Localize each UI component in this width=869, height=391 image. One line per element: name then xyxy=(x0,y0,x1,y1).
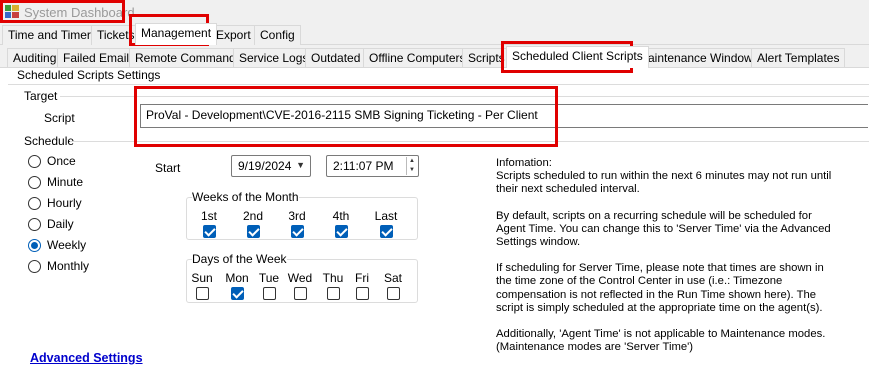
day-thu-label: Thu xyxy=(322,271,344,285)
week-4th-label: 4th xyxy=(332,209,350,223)
radio-once[interactable]: Once xyxy=(28,153,76,169)
tab-remote-commands[interactable]: Remote Commands xyxy=(129,48,248,68)
radio-minute-indicator[interactable] xyxy=(28,175,41,189)
tab-offline-computers[interactable]: Offline Computers xyxy=(363,48,472,68)
title-bar: System Dashboard xyxy=(0,0,869,24)
settings-divider xyxy=(8,84,869,85)
info-heading: Infomation: xyxy=(496,157,552,169)
day-sat-label: Sat xyxy=(383,271,402,285)
day-fri-checkbox[interactable] xyxy=(356,287,369,300)
week-3rd-label: 3rd xyxy=(288,209,306,223)
radio-once-label: Once xyxy=(47,154,76,168)
week-1st-label: 1st xyxy=(200,209,217,223)
week-4th-checkbox[interactable] xyxy=(335,225,348,238)
radio-once-indicator[interactable] xyxy=(28,154,41,168)
target-group-title: Target xyxy=(24,89,58,103)
day-mon-label: Mon xyxy=(225,271,249,285)
info-paragraph-3: If scheduling for Server Time, please no… xyxy=(496,262,824,314)
time-spinner-icon[interactable]: ▲ ▼ xyxy=(406,157,417,175)
start-time-value: 2:11:07 PM xyxy=(333,159,394,173)
day-thu-checkbox[interactable] xyxy=(327,287,340,300)
day-fri-label: Fri xyxy=(355,271,369,285)
radio-weekly-indicator[interactable] xyxy=(28,238,41,252)
tab-time-and-timers[interactable]: Time and Timers xyxy=(2,25,103,45)
information-text: Infomation: Scripts scheduled to run wit… xyxy=(496,157,836,367)
script-field[interactable]: ProVal - Development\CVE-2016-2115 SMB S… xyxy=(140,104,868,128)
radio-weekly[interactable]: Weekly xyxy=(28,237,86,253)
start-label: Start xyxy=(155,161,181,175)
day-sun-checkbox[interactable] xyxy=(196,287,209,300)
tab-alert-templates[interactable]: Alert Templates xyxy=(751,48,846,68)
tab-scheduled-client-scripts[interactable]: Scheduled Client Scripts xyxy=(506,46,649,68)
day-mon-checkbox[interactable] xyxy=(231,287,244,300)
tab-outdated[interactable]: Outdated xyxy=(305,48,367,68)
radio-minute[interactable]: Minute xyxy=(28,174,83,190)
weeks-of-month-title: Weeks of the Month xyxy=(192,190,299,204)
tab-maintenance-windows[interactable]: Maintenance Windows xyxy=(632,48,765,68)
radio-daily-label: Daily xyxy=(47,217,74,231)
radio-monthly[interactable]: Monthly xyxy=(28,258,89,274)
dashboard-app-icon xyxy=(5,5,19,18)
settings-title: Scheduled Scripts Settings xyxy=(17,68,161,82)
advanced-settings-link[interactable]: Advanced Settings xyxy=(30,351,143,365)
radio-hourly[interactable]: Hourly xyxy=(28,195,82,211)
tab-auditing[interactable]: Auditing xyxy=(7,48,63,68)
main-tab-row: Time and Timers Tickets Management Expor… xyxy=(0,23,869,45)
radio-hourly-label: Hourly xyxy=(47,196,82,210)
day-tue-checkbox[interactable] xyxy=(263,287,276,300)
info-paragraph-1: Scripts scheduled to run within the next… xyxy=(496,170,832,196)
radio-hourly-indicator[interactable] xyxy=(28,196,41,210)
tab-service-logs[interactable]: Service Logs xyxy=(233,48,315,68)
tab-scripts[interactable]: Scripts xyxy=(462,48,511,68)
week-last-checkbox[interactable] xyxy=(380,225,393,238)
week-2nd-checkbox[interactable] xyxy=(247,225,260,238)
start-date-picker[interactable]: 9/19/2024 ▼ xyxy=(231,155,311,177)
tab-management[interactable]: Management xyxy=(135,23,218,45)
info-paragraph-2: By default, scripts on a recurring sched… xyxy=(496,209,831,249)
day-wed-label: Wed xyxy=(287,271,313,285)
sub-tab-row: Auditing Failed Emails Remote Commands S… xyxy=(0,46,869,68)
schedule-group-title: Schedule xyxy=(24,134,75,148)
info-paragraph-4: Additionally, 'Agent Time' is not applic… xyxy=(496,328,826,354)
tab-config[interactable]: Config xyxy=(254,25,301,45)
radio-minute-label: Minute xyxy=(47,175,84,189)
day-wed-checkbox[interactable] xyxy=(294,287,307,300)
target-divider xyxy=(60,96,869,97)
start-date-value: 9/19/2024 xyxy=(238,159,292,173)
day-tue-label: Tue xyxy=(258,271,280,285)
days-of-week-title: Days of the Week xyxy=(192,252,287,266)
week-1st-checkbox[interactable] xyxy=(203,225,216,238)
week-2nd-label: 2nd xyxy=(242,209,264,223)
radio-monthly-label: Monthly xyxy=(47,259,90,273)
week-last-label: Last xyxy=(374,209,398,223)
chevron-down-icon[interactable]: ▼ xyxy=(296,160,305,170)
start-time-picker[interactable]: 2:11:07 PM ▲ ▼ xyxy=(326,155,419,177)
script-label: Script xyxy=(44,111,75,125)
radio-monthly-indicator[interactable] xyxy=(28,259,41,273)
window-title: System Dashboard xyxy=(24,5,135,20)
radio-weekly-label: Weekly xyxy=(47,238,87,252)
tab-tickets[interactable]: Tickets xyxy=(91,25,141,45)
schedule-divider xyxy=(70,141,869,142)
week-3rd-checkbox[interactable] xyxy=(291,225,304,238)
day-sat-checkbox[interactable] xyxy=(387,287,400,300)
day-sun-label: Sun xyxy=(191,271,213,285)
radio-daily-indicator[interactable] xyxy=(28,217,41,231)
radio-daily[interactable]: Daily xyxy=(28,216,74,232)
